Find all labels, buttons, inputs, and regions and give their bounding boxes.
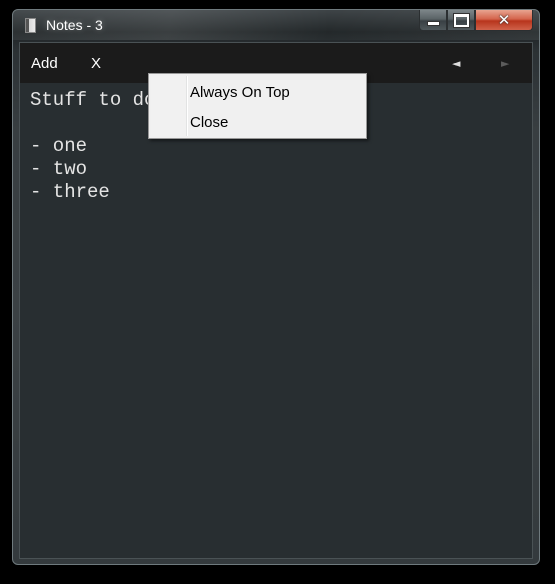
title-bar[interactable]: Notes - 3 ✕ [13, 10, 539, 42]
menu-item-always-on-top[interactable]: Always On Top [151, 77, 364, 105]
context-menu: Always On Top Close [148, 73, 367, 139]
minimize-button[interactable] [419, 10, 447, 31]
notebook-icon[interactable] [25, 18, 36, 33]
menu-item-close[interactable]: Close [151, 107, 364, 135]
previous-note-icon[interactable]: ◄ [452, 57, 460, 70]
menu-item-label: Always On Top [190, 84, 290, 101]
maximize-icon [453, 13, 469, 27]
close-icon: ✕ [497, 10, 511, 29]
window-title: Notes - 3 [46, 17, 103, 33]
delete-note-button[interactable]: X [91, 55, 101, 72]
add-note-button[interactable]: Add [31, 55, 58, 72]
next-note-icon[interactable]: ► [501, 57, 509, 70]
close-window-button[interactable]: ✕ [475, 10, 533, 31]
minimize-icon [426, 21, 440, 26]
caption-buttons: ✕ [419, 10, 533, 32]
menu-item-label: Close [190, 114, 229, 131]
maximize-button[interactable] [447, 10, 475, 31]
